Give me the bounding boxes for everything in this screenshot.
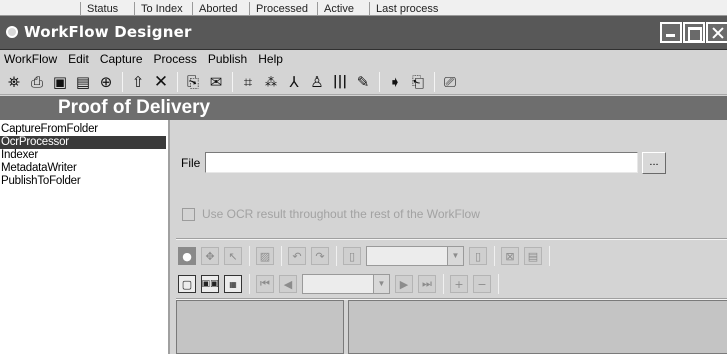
zone-type-icon[interactable]: ▯ <box>343 247 361 265</box>
lock-icon[interactable]: ⊕ <box>96 72 116 92</box>
divider <box>176 238 727 240</box>
column-header-aborted: Aborted <box>192 2 238 15</box>
column-header-status: Status <box>80 2 118 15</box>
capture-email-icon[interactable]: ✉ <box>206 72 226 92</box>
zone-select-icon[interactable]: ↖ <box>224 247 242 265</box>
save-icon[interactable]: ▣ <box>50 72 70 92</box>
zone-fit-icon[interactable]: ⊠ <box>501 247 519 265</box>
step-publish-to-folder[interactable]: PublishToFolder <box>0 175 168 188</box>
column-header-active: Active <box>317 2 354 15</box>
document-preview-panel[interactable] <box>348 300 727 354</box>
page-select-combo[interactable]: ▼ <box>302 274 390 294</box>
toolbar-separator <box>336 246 337 266</box>
next-page-icon[interactable]: ▶ <box>395 275 413 293</box>
chevron-down-icon[interactable]: ▼ <box>447 247 463 265</box>
title-bar[interactable]: WorkFlow Designer <box>0 16 727 50</box>
minimize-button[interactable] <box>660 22 682 43</box>
zone-properties-icon[interactable]: ▤ <box>524 247 542 265</box>
step-settings-pane: File ... Use OCR result throughout the r… <box>172 120 727 354</box>
maximize-button[interactable] <box>683 22 705 43</box>
step-ocr-processor[interactable]: OcrProcessor <box>0 136 166 149</box>
menu-workflow[interactable]: WorkFlow <box>0 50 62 69</box>
menu-edit[interactable]: Edit <box>62 50 94 69</box>
close-button[interactable] <box>706 22 727 43</box>
workflow-designer-window: WorkFlow Designer WorkFlow Edit Capture … <box>0 16 727 354</box>
toolbar-separator <box>122 71 123 92</box>
toolbar-separator <box>494 246 495 266</box>
use-ocr-result-checkbox[interactable] <box>182 207 195 221</box>
step-capture-from-folder[interactable]: CaptureFromFolder <box>0 123 168 136</box>
menu-bar: WorkFlow Edit Capture Process Publish He… <box>0 50 727 69</box>
ocr-zone-toolbar: ● ✥ ↖ ▨ ↶ ↷ ▯ ▼ ▯ ⊠ ▤ <box>178 244 556 268</box>
step-indexer[interactable]: Indexer <box>0 149 168 162</box>
two-page-view-icon[interactable]: ▣▣ <box>201 275 219 293</box>
new-workflow-icon[interactable]: ⛯ <box>4 72 24 92</box>
toolbar-separator <box>434 71 435 92</box>
zone-pointer-icon[interactable]: ● <box>178 247 196 265</box>
open-icon[interactable]: ⎙ <box>27 72 47 92</box>
menu-process[interactable]: Process <box>148 50 202 69</box>
first-page-icon[interactable]: ⏮ <box>256 275 274 293</box>
main-toolbar: ⛯ ⎙ ▣ ▤ ⊕ ⇧ ✕ ⎘ ✉ ⌗ ⁂ ⅄ ♙ ||| ✎ ➧ ⎗ ⎚ <box>0 69 727 95</box>
zone-undo-icon[interactable]: ↶ <box>288 247 306 265</box>
toolbar-separator <box>498 274 499 294</box>
step-metadata-writer[interactable]: MetadataWriter <box>0 162 168 175</box>
zone-apply-icon[interactable]: ▯ <box>469 247 487 265</box>
zone-move-icon[interactable]: ✥ <box>201 247 219 265</box>
column-header-processed: Processed <box>249 2 308 15</box>
zone-edit-icon[interactable]: ▨ <box>256 247 274 265</box>
thumbnail-panel[interactable] <box>176 300 344 354</box>
signature-icon[interactable]: ⅄ <box>284 72 304 92</box>
barcode-icon[interactable]: ||| <box>330 72 350 92</box>
zoom-out-icon[interactable]: − <box>473 275 491 293</box>
background-window-column-headers: Status To Index Aborted Processed Active… <box>0 0 727 16</box>
menu-capture[interactable]: Capture <box>94 50 148 69</box>
move-up-icon[interactable]: ⇧ <box>128 72 148 92</box>
previous-page-icon[interactable]: ◀ <box>279 275 297 293</box>
save-as-icon[interactable]: ▤ <box>73 72 93 92</box>
capture-folder-icon[interactable]: ⎘ <box>183 72 203 92</box>
window-title: WorkFlow Designer <box>24 23 192 41</box>
menu-help[interactable]: Help <box>252 50 288 69</box>
publish-icon[interactable]: ➧ <box>385 72 405 92</box>
ocr-zone-icon[interactable]: ⁂ <box>261 72 281 92</box>
column-header-to-index: To Index <box>134 2 183 15</box>
chevron-down-icon[interactable]: ▼ <box>373 275 389 293</box>
ocr-icon[interactable]: ⌗ <box>238 72 258 92</box>
thumbnail-view-icon[interactable]: ▦ <box>224 275 242 293</box>
zone-type-combo[interactable]: ▼ <box>366 246 464 266</box>
browse-button[interactable]: ... <box>642 152 666 174</box>
last-page-icon[interactable]: ⏭ <box>418 275 436 293</box>
preview-icon[interactable]: ⎚ <box>440 72 460 92</box>
toolbar-separator <box>249 246 250 266</box>
spell-check-icon[interactable]: ✎ <box>353 72 373 92</box>
viewer-toolbar: ▢ ▣▣ ▦ ⏮ ◀ ▼ ▶ ⏭ + − <box>178 272 505 296</box>
project-title: Proof of Delivery <box>58 97 211 118</box>
file-path-input[interactable] <box>205 152 638 173</box>
toolbar-separator <box>177 71 178 92</box>
file-label: File <box>181 156 201 170</box>
toolbar-separator <box>232 71 233 92</box>
zoom-in-icon[interactable]: + <box>450 275 468 293</box>
metadata-icon[interactable]: ♙ <box>307 72 327 92</box>
zone-redo-icon[interactable]: ↷ <box>311 247 329 265</box>
workflow-steps-list: CaptureFromFolder OcrProcessor Indexer M… <box>0 120 170 354</box>
app-icon[interactable] <box>6 26 18 38</box>
project-header: Proof of Delivery <box>0 96 727 120</box>
menu-publish[interactable]: Publish <box>202 50 252 69</box>
publish-folder-icon[interactable]: ⎗ <box>408 72 428 92</box>
toolbar-separator <box>549 246 550 266</box>
use-ocr-result-label: Use OCR result throughout the rest of th… <box>202 207 480 221</box>
use-ocr-result-option: Use OCR result throughout the rest of th… <box>182 207 480 221</box>
single-page-view-icon[interactable]: ▢ <box>178 275 196 293</box>
toolbar-separator <box>281 246 282 266</box>
delete-icon[interactable]: ✕ <box>151 72 171 92</box>
toolbar-separator <box>249 274 250 294</box>
toolbar-separator <box>379 71 380 92</box>
toolbar-separator <box>443 274 444 294</box>
column-header-last-process: Last process <box>369 2 438 15</box>
